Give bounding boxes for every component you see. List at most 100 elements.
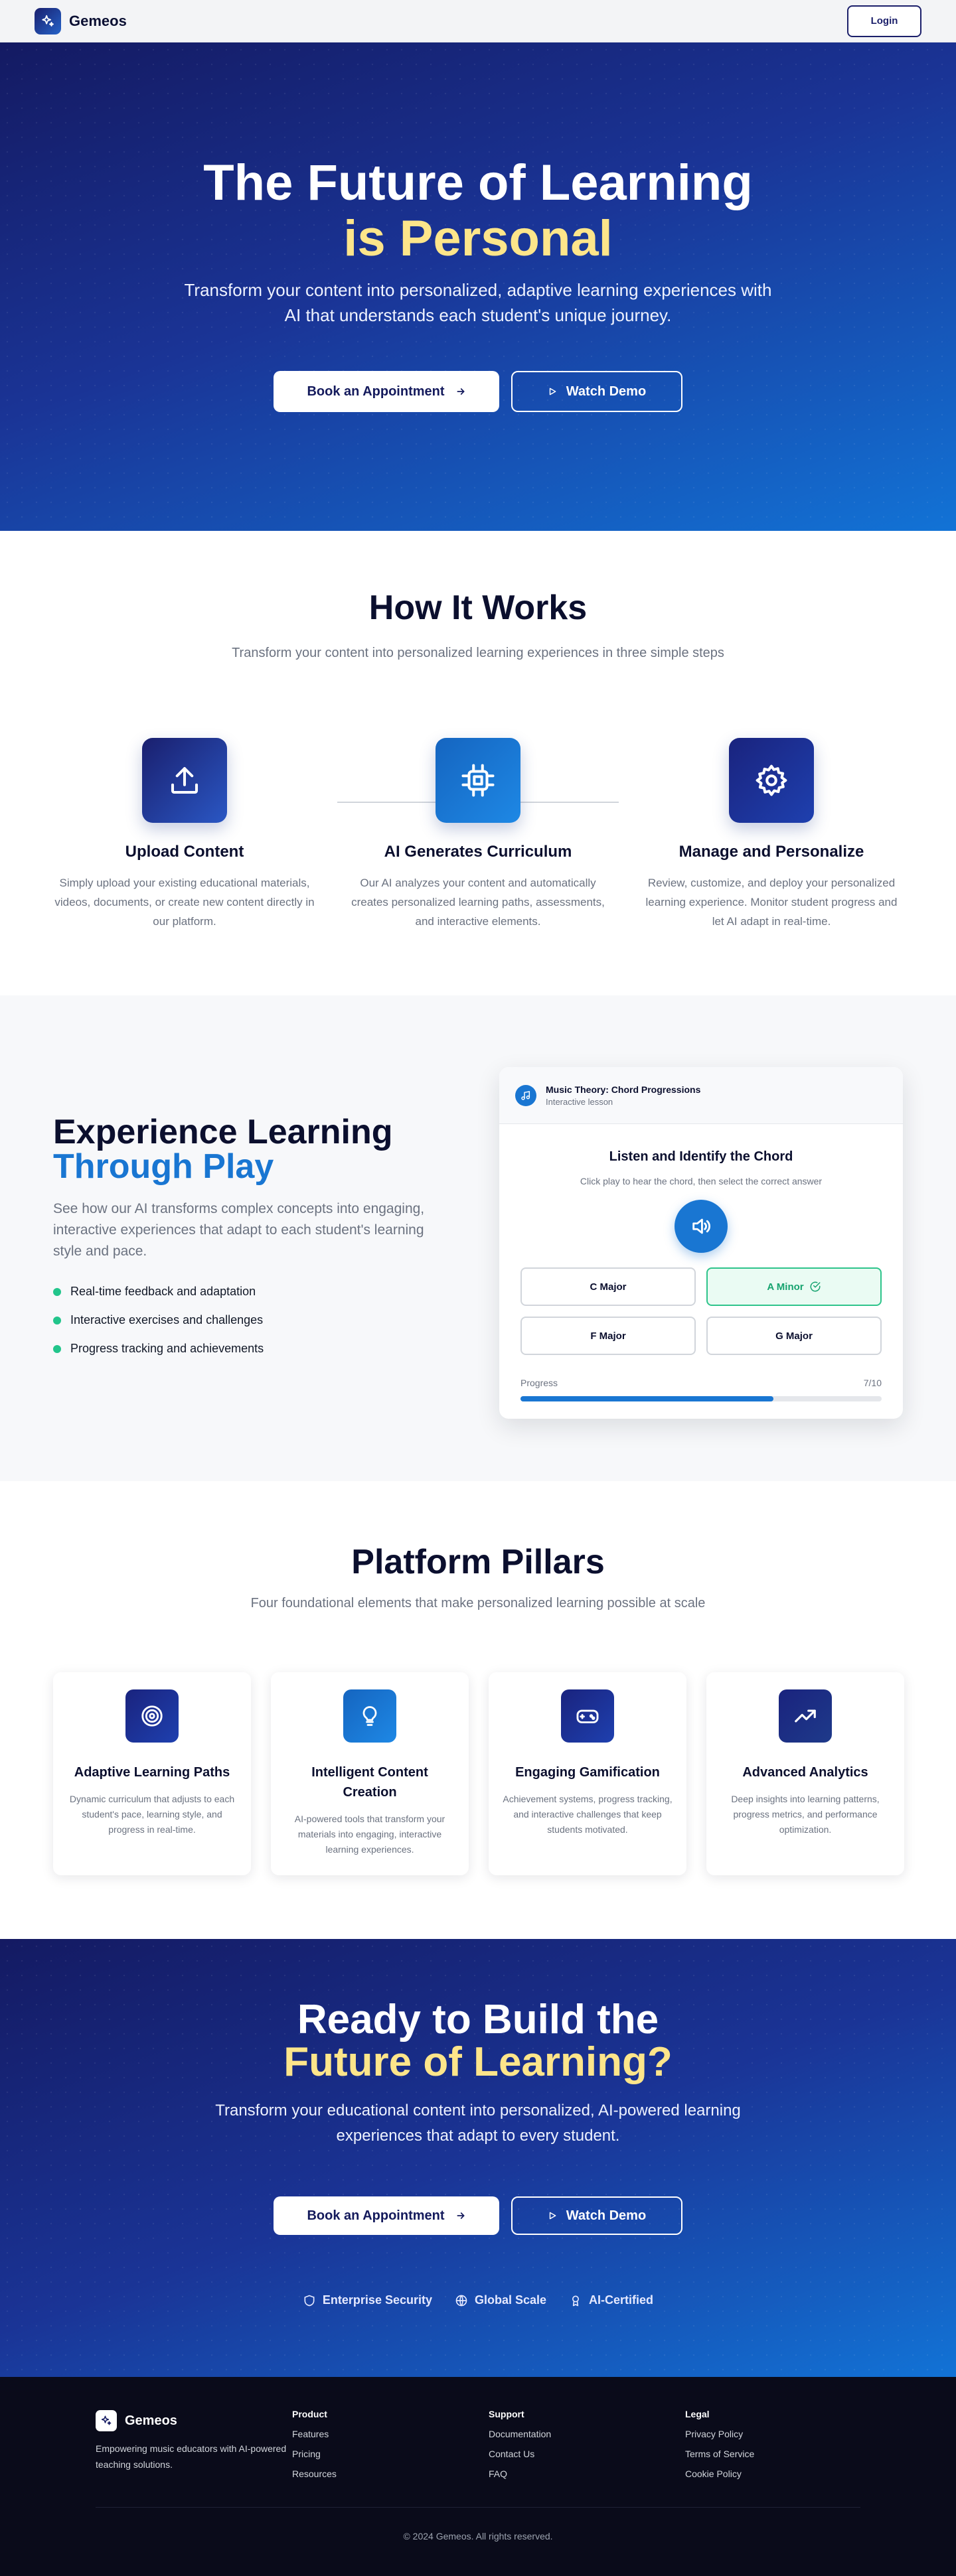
progress-count: 7/10 bbox=[863, 1378, 882, 1388]
footer-column-legal: Legal Privacy Policy Terms of Service Co… bbox=[685, 2409, 818, 2479]
footer-link[interactable]: Documentation bbox=[489, 2429, 621, 2439]
option-label: G Major bbox=[775, 1330, 813, 1342]
feature-item: Interactive exercises and challenges bbox=[53, 1313, 263, 1327]
progress-label: Progress bbox=[520, 1378, 558, 1388]
badge-label: AI-Certified bbox=[589, 2293, 654, 2307]
target-icon bbox=[125, 1689, 179, 1743]
answer-option[interactable]: F Major bbox=[520, 1317, 696, 1355]
footer-link[interactable]: Resources bbox=[292, 2469, 425, 2479]
feature-label: Progress tracking and achievements bbox=[70, 1342, 264, 1355]
login-button[interactable]: Login bbox=[847, 5, 921, 37]
award-icon bbox=[572, 2295, 580, 2306]
step-text: Review, customize, and deploy your perso… bbox=[645, 877, 898, 928]
footer-link[interactable]: Contact Us bbox=[489, 2449, 621, 2459]
watch-demo-button[interactable]: Watch Demo bbox=[511, 2196, 682, 2235]
globe-icon bbox=[455, 2295, 467, 2306]
cta-title-line1: Ready to Build the bbox=[297, 1997, 659, 2042]
pillar-title: Advanced Analytics bbox=[742, 1765, 868, 1780]
hero-buttons: Book an Appointment Watch Demo bbox=[0, 371, 956, 412]
answer-option-correct[interactable]: A Minor bbox=[706, 1267, 882, 1306]
lightbulb-icon bbox=[343, 1689, 396, 1743]
footer-column-title: Product bbox=[292, 2409, 327, 2419]
sparkles-logo-icon bbox=[96, 2410, 117, 2431]
play-icon bbox=[549, 2212, 556, 2220]
upload-icon bbox=[142, 738, 227, 823]
footer-column-title: Legal bbox=[685, 2409, 710, 2419]
feature-label: Real-time feedback and adaptation bbox=[70, 1285, 256, 1298]
pillar-card: Engaging Gamification Achievement system… bbox=[489, 1672, 686, 1875]
pillar-text: Achievement systems, progress tracking, … bbox=[503, 1794, 673, 1835]
bullet-dot bbox=[53, 1287, 61, 1296]
step-title: AI Generates Curriculum bbox=[384, 843, 572, 861]
footer-column-title: Support bbox=[489, 2409, 524, 2419]
hero-title-line2: is Personal bbox=[343, 210, 613, 267]
pillars-title: Platform Pillars bbox=[351, 1543, 605, 1581]
cta-title-line2: Future of Learning? bbox=[283, 2039, 673, 2085]
how-subtitle: Transform your content into personalized… bbox=[232, 646, 724, 660]
feature-item: Progress tracking and achievements bbox=[53, 1342, 264, 1356]
step-text: Simply upload your existing educational … bbox=[54, 877, 315, 928]
play-sound-button[interactable] bbox=[675, 1200, 728, 1253]
book-appointment-label: Book an Appointment bbox=[307, 384, 445, 399]
lesson-subtitle: Interactive lesson bbox=[546, 1096, 613, 1107]
cta-subtitle: Transform your educational content into … bbox=[215, 2102, 741, 2145]
brand-name: Gemeos bbox=[69, 12, 127, 29]
gamepad-icon bbox=[561, 1689, 614, 1743]
watch-demo-button[interactable]: Watch Demo bbox=[511, 371, 682, 412]
watch-demo-label: Watch Demo bbox=[566, 2208, 647, 2223]
step-title: Upload Content bbox=[125, 843, 244, 861]
pillar-title: Intelligent Content Creation bbox=[311, 1765, 428, 1800]
answer-option[interactable]: C Major bbox=[520, 1267, 696, 1306]
cta-buttons: Book an Appointment Watch Demo bbox=[0, 2196, 956, 2235]
step-text: Our AI analyzes your content and automat… bbox=[351, 877, 605, 928]
progress-fill bbox=[520, 1396, 773, 1401]
experience-title-line1: Experience Learning bbox=[53, 1113, 393, 1151]
pillar-card: Intelligent Content Creation AI-powered … bbox=[271, 1672, 469, 1875]
option-label: C Major bbox=[590, 1281, 627, 1293]
copyright: © 2024 Gemeos. All rights reserved. bbox=[403, 2531, 553, 2541]
pillar-text: AI-powered tools that transform your mat… bbox=[294, 1814, 445, 1855]
play-icon bbox=[549, 388, 556, 395]
cpu-icon bbox=[436, 738, 520, 823]
footer-link[interactable]: FAQ bbox=[489, 2469, 621, 2479]
footer-link[interactable]: Pricing bbox=[292, 2449, 425, 2459]
option-label: F Major bbox=[590, 1330, 626, 1342]
arrow-right-icon bbox=[457, 388, 465, 395]
volume-icon bbox=[692, 1218, 710, 1234]
footer-brand[interactable]: Gemeos bbox=[96, 2410, 177, 2431]
trending-up-icon bbox=[779, 1689, 832, 1743]
brand[interactable]: Gemeos bbox=[35, 7, 127, 35]
hero-subtitle: Transform your content into personalized… bbox=[184, 280, 772, 325]
footer-link[interactable]: Privacy Policy bbox=[685, 2429, 818, 2439]
badge-certified: AI-Certified bbox=[569, 2293, 653, 2307]
pillar-card: Advanced Analytics Deep insights into le… bbox=[706, 1672, 904, 1875]
footer: Gemeos Empowering music educators with A… bbox=[0, 2377, 956, 2576]
book-appointment-button[interactable]: Book an Appointment bbox=[274, 2196, 499, 2235]
cta-title: Ready to Build the Future of Learning? bbox=[0, 1999, 956, 2084]
trust-badges: Enterprise Security Global Scale AI-Cert… bbox=[0, 2293, 956, 2307]
lesson-title: Music Theory: Chord Progressions bbox=[546, 1084, 701, 1095]
footer-brand-name: Gemeos bbox=[125, 2413, 177, 2428]
how-title: How It Works bbox=[368, 589, 588, 627]
footer-link[interactable]: Cookie Policy bbox=[685, 2469, 818, 2479]
footer-tagline: Empowering music educators with AI-power… bbox=[96, 2443, 287, 2470]
pillar-title: Engaging Gamification bbox=[515, 1765, 660, 1780]
step-manage: Manage and Personalize Review, customize… bbox=[632, 738, 911, 931]
quiz-question: Listen and Identify the Chord bbox=[609, 1149, 793, 1164]
pillars-subtitle: Four foundational elements that make per… bbox=[250, 1596, 706, 1610]
footer-divider bbox=[96, 2507, 860, 2508]
footer-column-support: Support Documentation Contact Us FAQ bbox=[489, 2409, 621, 2479]
answer-option[interactable]: G Major bbox=[706, 1317, 882, 1355]
experience-title-line2: Through Play bbox=[53, 1147, 274, 1186]
music-note-icon bbox=[515, 1084, 536, 1106]
feature-label: Interactive exercises and challenges bbox=[70, 1313, 264, 1326]
gear-icon bbox=[729, 738, 814, 823]
footer-link[interactable]: Features bbox=[292, 2429, 425, 2439]
experience-section: Experience Learning Through Play See how… bbox=[0, 995, 956, 1481]
option-label: A Minor bbox=[767, 1281, 804, 1293]
book-appointment-button[interactable]: Book an Appointment bbox=[274, 371, 499, 412]
arrow-right-icon bbox=[457, 2212, 465, 2219]
lesson-card: Music Theory: Chord Progressions Interac… bbox=[499, 1067, 903, 1419]
footer-link[interactable]: Terms of Service bbox=[685, 2449, 818, 2459]
badge-label: Enterprise Security bbox=[322, 2293, 432, 2307]
